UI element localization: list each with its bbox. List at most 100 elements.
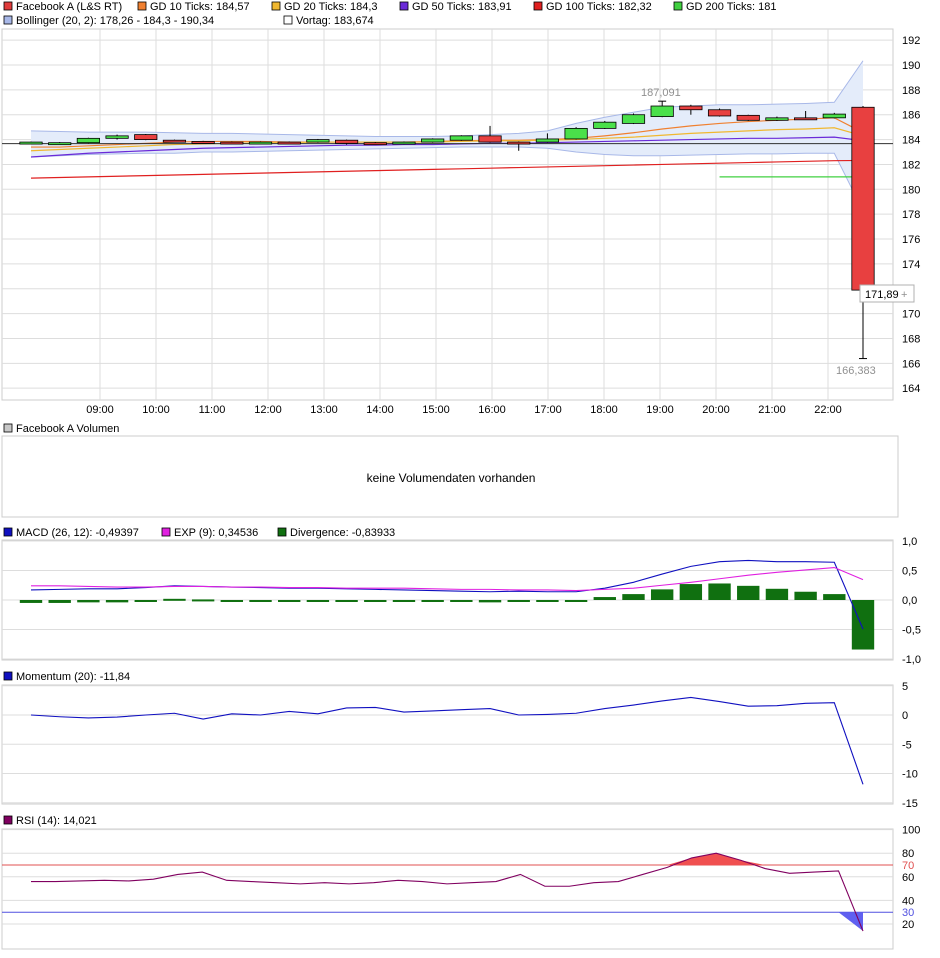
divergence-bar [650, 589, 674, 600]
price-y-tick: 168 [902, 333, 920, 345]
candle-body [162, 139, 187, 143]
rsi-legend: RSI (14): 14,021 [3, 815, 97, 827]
legend-label: Divergence: -0,83933 [290, 527, 395, 539]
candle-body [19, 141, 43, 145]
price-y-tick: 178 [902, 209, 920, 221]
time-tick: 10:00 [142, 404, 170, 416]
rsi-y-tick: 80 [902, 848, 914, 860]
divergence-bar [507, 600, 530, 602]
divergence-bar [278, 600, 301, 602]
time-tick: 18:00 [590, 404, 618, 416]
candle-body [736, 114, 760, 121]
candle-body [822, 113, 846, 119]
indicator-y-tick: -1,0 [902, 654, 921, 666]
divergence-bar [421, 600, 444, 602]
time-tick: 20:00 [702, 404, 730, 416]
divergence-bar [851, 600, 875, 650]
candle-body [277, 141, 301, 145]
price-y-tick: 180 [902, 184, 920, 196]
divergence-bar [823, 594, 846, 600]
candle-body [564, 127, 588, 140]
candle-body [191, 141, 215, 144]
indicator-y-tick: 0,5 [902, 566, 917, 578]
legend-label: GD 50 Ticks: 183,91 [412, 1, 512, 13]
price-y-tick: 182 [902, 159, 920, 171]
candle-body [851, 106, 875, 291]
candle-body [248, 141, 273, 145]
legend-swatch [3, 527, 13, 537]
time-tick: 19:00 [646, 404, 674, 416]
rsi-y-tick: 100 [902, 825, 920, 837]
divergence-bar [794, 591, 817, 600]
rsi-y-tick: 70 [902, 860, 914, 872]
volume-legend: Facebook A Volumen [3, 423, 119, 435]
candle-body [593, 121, 617, 129]
candle-body [105, 135, 129, 139]
time-tick: 22:00 [814, 404, 842, 416]
legend-swatch [137, 1, 147, 11]
divergence-bar [191, 599, 215, 602]
legend-label: EXP (9): 0,34536 [174, 527, 258, 539]
candle-body [48, 142, 72, 146]
candle-body [765, 117, 789, 121]
divergence-bar [19, 600, 43, 603]
legend-label: Facebook A (L&S RT) [16, 1, 122, 13]
divergence-bar [364, 600, 387, 602]
rsi-y-tick: 40 [902, 895, 914, 907]
candle-body [363, 142, 387, 146]
last-price-marker: + [901, 289, 907, 301]
time-tick: 13:00 [310, 404, 338, 416]
time-tick: 12:00 [254, 404, 282, 416]
time-tick: 16:00 [478, 404, 506, 416]
legend-swatch [533, 1, 543, 11]
legend-swatch [3, 671, 13, 681]
time-tick: 21:00 [758, 404, 786, 416]
indicator-y-tick: 1,0 [902, 536, 917, 548]
low-annotation: 166,383 [836, 365, 876, 377]
price-y-tick: 170 [902, 309, 920, 321]
legend-swatch [161, 527, 171, 537]
candle-body [707, 109, 732, 117]
rsi-y-tick: 30 [902, 907, 914, 919]
divergence-bar [564, 600, 588, 602]
time-tick: 17:00 [534, 404, 562, 416]
legend-label: GD 100 Ticks: 182,32 [546, 1, 652, 13]
divergence-bar [220, 600, 244, 602]
price-y-tick: 192 [902, 35, 920, 47]
legend-label: GD 10 Ticks: 184,57 [150, 1, 250, 13]
divergence-bar [450, 600, 473, 602]
divergence-bar [249, 600, 272, 602]
legend-swatch [399, 1, 409, 11]
time-axis: 09:00 10:00 11:00 12:00 13:00 14:00 15:00 16:00… [86, 404, 842, 416]
indicator-y-tick: 5 [902, 681, 908, 693]
price-y-tick: 190 [902, 60, 920, 72]
candle-body [76, 137, 100, 144]
legend-label: RSI (14): 14,021 [16, 815, 97, 827]
price-y-tick: 164 [902, 383, 920, 395]
price-y-tick: 174 [902, 259, 920, 271]
divergence-bar [679, 584, 703, 600]
price-y-tick: 188 [902, 85, 920, 97]
candle-body [794, 117, 818, 121]
candle-body [650, 105, 674, 117]
rsi-y-tick: 60 [902, 872, 914, 884]
time-tick: 15:00 [422, 404, 450, 416]
candle-body [134, 134, 158, 140]
candle-body [421, 138, 445, 143]
bollinger-legend: Bollinger (20, 2): 178,26 - 184,3 - 190,… [3, 15, 374, 27]
divergence-bar [622, 594, 645, 600]
candle-body [392, 141, 416, 145]
divergence-bar [765, 588, 789, 600]
divergence-bar [335, 600, 358, 602]
candle-body [220, 141, 244, 145]
legend-swatch [3, 815, 13, 825]
legend-label: GD 200 Ticks: 181 [686, 1, 777, 13]
rsi-panel-frame [1, 828, 894, 950]
legend-label: Facebook A Volumen [16, 423, 119, 435]
legend-swatch [283, 15, 293, 25]
price-y-tick: 166 [902, 358, 920, 370]
stock-chart: Facebook A (L&S RT) GD 10 Ticks: 184,57 GD… [1, 1, 921, 950]
legend-label: Momentum (20): -11,84 [16, 671, 130, 683]
high-annotation: 187,091 [641, 87, 681, 99]
momentum-legend: Momentum (20): -11,84 [3, 671, 130, 683]
